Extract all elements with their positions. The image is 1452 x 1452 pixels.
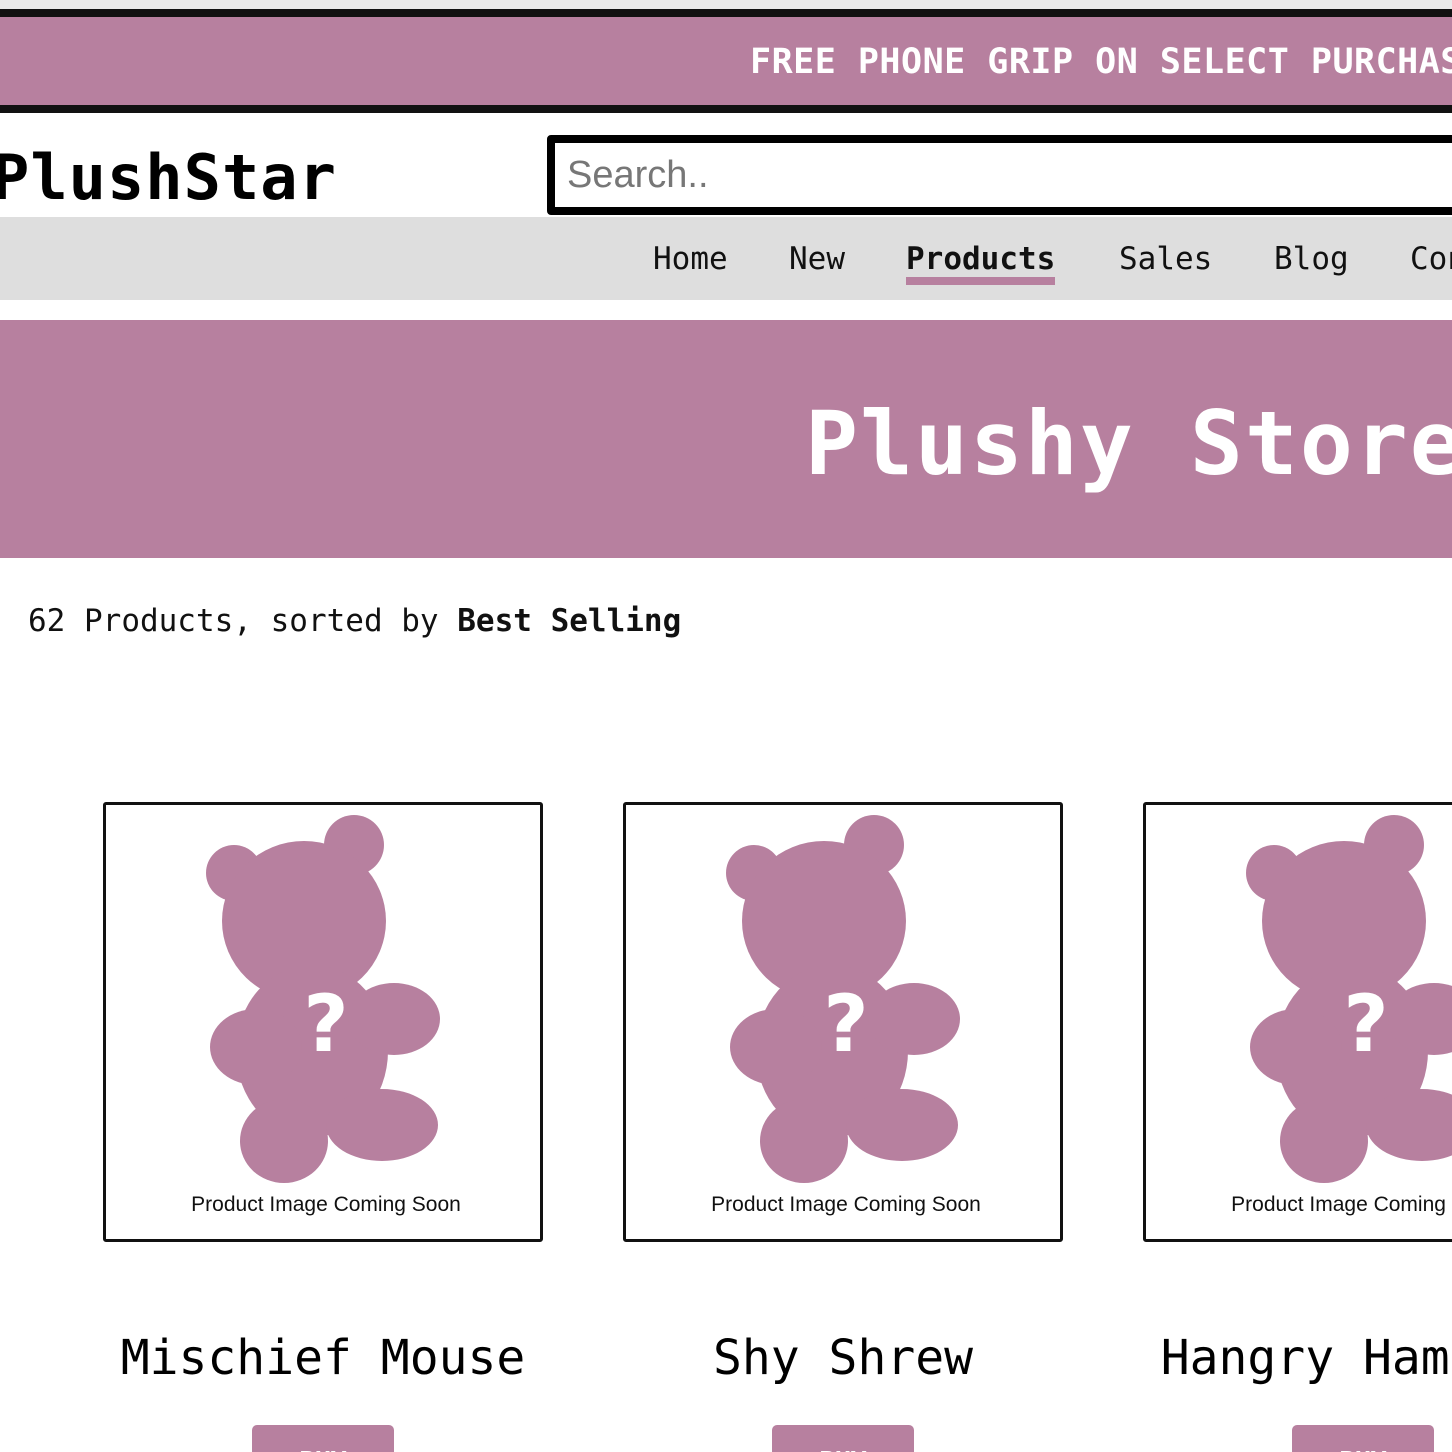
nav-item-products[interactable]: Products: [906, 241, 1056, 285]
svg-text:?: ?: [823, 980, 868, 1070]
product-count-text: 62 Products, sorted by: [28, 603, 458, 639]
nav-item-new[interactable]: New: [789, 241, 845, 277]
site-logo[interactable]: PlushStar: [0, 141, 337, 214]
product-title[interactable]: Shy Shrew: [623, 1330, 1063, 1386]
nav-item-home[interactable]: Home: [653, 241, 728, 277]
page: FREE PHONE GRIP ON SELECT PURCHASES Plus…: [0, 0, 1452, 1452]
buy-button[interactable]: BUY: [772, 1425, 914, 1452]
svg-text:?: ?: [303, 980, 348, 1070]
image-caption: Product Image Coming Soon: [1231, 1193, 1452, 1216]
buy-button[interactable]: BUY: [252, 1425, 394, 1452]
product-image[interactable]: ? Product Image Coming Soon: [103, 802, 543, 1242]
top-edge: [0, 0, 1452, 9]
image-caption: Product Image Coming Soon: [191, 1193, 461, 1216]
promo-banner-text: FREE PHONE GRIP ON SELECT PURCHASES: [750, 42, 1452, 82]
product-title[interactable]: Mischief Mouse: [103, 1330, 543, 1386]
product-title[interactable]: Hangry Hamster: [1143, 1330, 1452, 1386]
buy-button[interactable]: BUY: [1292, 1425, 1434, 1452]
product-image[interactable]: ? Product Image Coming Soon: [623, 802, 1063, 1242]
site-header: PlushStar: [0, 113, 1452, 217]
product-image[interactable]: ? Product Image Coming Soon: [1143, 802, 1452, 1242]
product-count: 62 Products, sorted by Best Selling: [28, 603, 681, 639]
product-card[interactable]: ? Product Image Coming Soon Hangry Hamst…: [1143, 802, 1452, 1452]
nav-item-sales[interactable]: Sales: [1119, 241, 1212, 277]
sort-value[interactable]: Best Selling: [457, 603, 681, 639]
hero-title: Plushy Store: [805, 392, 1452, 495]
promo-banner: FREE PHONE GRIP ON SELECT PURCHASES: [0, 9, 1452, 113]
image-caption: Product Image Coming Soon: [711, 1193, 981, 1216]
teddy-bear-question-icon: ?: [726, 815, 960, 1183]
main-nav: Home New Products Sales Blog Contact: [0, 217, 1452, 300]
search-input[interactable]: [547, 135, 1452, 215]
nav-item-contact[interactable]: Contact: [1410, 241, 1452, 277]
svg-text:?: ?: [1343, 980, 1388, 1070]
teddy-bear-question-icon: ?: [206, 815, 440, 1183]
nav-item-blog[interactable]: Blog: [1274, 241, 1349, 277]
teddy-bear-question-icon: ?: [1246, 815, 1452, 1183]
hero-banner: Plushy Store: [0, 320, 1452, 558]
